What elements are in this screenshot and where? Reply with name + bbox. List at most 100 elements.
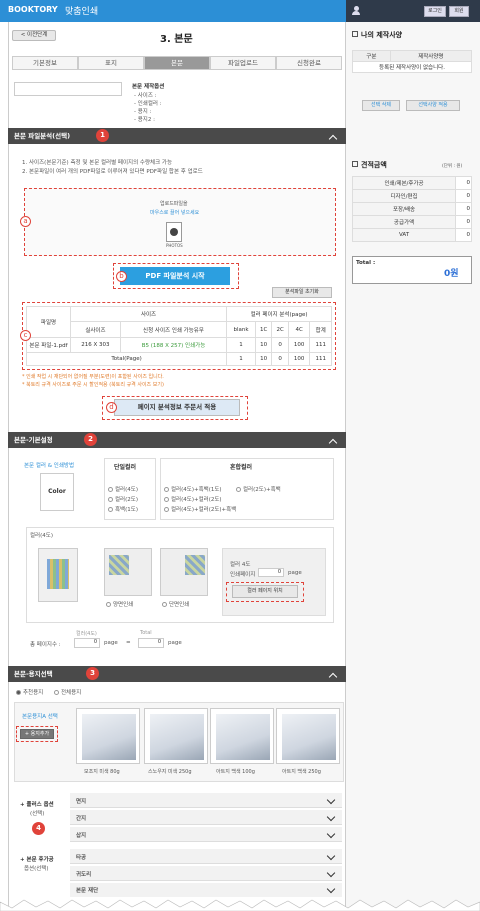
info-line: - 용지 : — [134, 109, 152, 115]
pdf-file-icon — [166, 222, 182, 242]
paper-card[interactable] — [276, 708, 340, 764]
th-4c: 4C — [287, 321, 311, 338]
marker-d: d — [106, 402, 117, 413]
apply-analysis-button[interactable]: 페이지 분석정보 주문서 적용 — [114, 399, 240, 416]
post-option-sub: 옵션(선택) — [24, 866, 49, 872]
step-complete[interactable]: 신청완료 — [276, 56, 342, 70]
duplex-image[interactable] — [104, 548, 152, 596]
estimate-unit: (단위 : 원) — [442, 164, 463, 169]
opt-mixed-4[interactable]: 컬러(4도)+컬러(2도)+흑백 — [164, 505, 236, 513]
plus-item[interactable] — [70, 793, 342, 808]
opt-single-4[interactable]: 컬러(4도) — [108, 485, 138, 493]
section-header-file-analysis[interactable]: 본문 파일분석(선택) — [8, 128, 346, 144]
section-header-paper[interactable]: 본문-용지선택 — [8, 666, 346, 682]
apply-selected-button[interactable]: 선택사양 적용 — [406, 100, 460, 111]
paper-name: 아트지 백색 100g — [216, 769, 255, 775]
pdf-analyze-button[interactable]: PDF 파일분석 시작 — [120, 267, 230, 285]
cell-2c: 0 — [271, 336, 289, 354]
login-button[interactable]: 로그인 — [424, 6, 446, 17]
step-body[interactable]: 본문 — [144, 56, 210, 70]
total-1c: 10 — [254, 352, 273, 366]
est-val: 0 — [455, 176, 472, 190]
post-item[interactable] — [70, 866, 342, 881]
radio-icon — [54, 690, 59, 695]
add-paper-button[interactable]: + 용지추가 — [20, 729, 54, 739]
user-icon[interactable] — [352, 6, 360, 15]
total-amount: 0원 — [444, 269, 459, 279]
post-item-label: 귀도리 — [76, 872, 92, 878]
brand-logo[interactable]: BOOKTORY — [8, 5, 58, 14]
step-basic[interactable]: 기본정보 — [12, 56, 78, 70]
opt-mixed-2[interactable]: 컬러(2도)+흑백 — [236, 485, 281, 493]
info-line: - 인쇄컬러 : — [134, 101, 162, 107]
marker-a: a — [20, 216, 31, 227]
total-a-input[interactable]: 0 — [74, 638, 100, 648]
step-cover[interactable]: 표지 — [78, 56, 144, 70]
print-page-input[interactable]: 0 — [258, 568, 284, 577]
total-a-unit: page — [104, 640, 118, 646]
opt-mixed-3[interactable]: 컬러(4도)+컬러(2도) — [164, 495, 222, 503]
plus-item-label: 면지 — [76, 799, 87, 805]
my-spec-title-text: 나의 제작사양 — [361, 31, 403, 39]
back-button[interactable]: < 이전단계 — [12, 30, 56, 41]
cell-4c: 100 — [287, 336, 311, 354]
drop-text-2: 마우스로 끌어 넣으세요 — [150, 210, 200, 216]
my-spec-title: 나의 제작사양 — [352, 30, 402, 40]
color-preview-box: Color — [40, 473, 74, 511]
warning-2[interactable]: * 북토리 규격 사이즈로 주문 시 할인적용 (북토리 규격 사이즈 보기) — [22, 381, 164, 388]
opt-single-1[interactable]: 흑백(1도) — [108, 505, 138, 513]
opt-label: 컬러(4도) — [115, 487, 138, 493]
paper-name: 아트지 백색 250g — [282, 769, 321, 775]
step-upload[interactable]: 파일업로드 — [210, 56, 276, 70]
simplex-image[interactable] — [160, 548, 208, 596]
opt-duplex[interactable]: 양면인쇄 — [106, 600, 133, 608]
paper-card[interactable] — [210, 708, 274, 764]
opt-mixed-1[interactable]: 컬러(4도)+흑백(1도) — [164, 485, 222, 493]
marker-c: c — [20, 330, 31, 341]
signup-button[interactable]: 회원 — [449, 6, 469, 17]
opt-label: 추천용지 — [23, 690, 44, 696]
warning-1: * 인쇄 작업 시 재단되어 없어질 부분(도련)이 포함된 사이즈 입니다. — [22, 374, 164, 380]
opt-recommended[interactable]: 추천용지 — [16, 688, 43, 696]
post-item[interactable] — [70, 883, 342, 897]
th-2c: 2C — [271, 321, 289, 338]
radio-icon — [236, 487, 241, 492]
color-page-position-button[interactable]: 컬러 페이지 위치 — [232, 585, 298, 598]
analysis-table: 파일명 사이즈 컬러 페이지 분석(page) 실사이즈 신청 사이즈 인쇄 가… — [25, 305, 332, 366]
marker-b: b — [116, 271, 127, 282]
est-key: 디자인/편집 — [351, 189, 457, 203]
radio-icon — [108, 507, 113, 512]
print-page-label: 인쇄페이지 — [230, 572, 256, 578]
equals-sign: = — [126, 640, 131, 646]
delete-selected-button[interactable]: 선택 삭제 — [362, 100, 400, 111]
plus-item[interactable] — [70, 810, 342, 825]
opt-all-paper[interactable]: 전체용지 — [54, 688, 81, 696]
th-actual: 실사이즈 — [70, 321, 121, 338]
info-image-box — [14, 82, 122, 96]
my-spec-h1: 구분 — [352, 50, 391, 62]
opt-simplex[interactable]: 단면인쇄 — [162, 600, 189, 608]
pdf-icon-label: PHOTOS — [166, 243, 183, 248]
total-2c: 0 — [271, 352, 289, 366]
reset-analysis-button[interactable]: 분석파일 초기화 — [272, 287, 332, 298]
opt-single-2[interactable]: 컬러(2도) — [108, 495, 138, 503]
color-method-label: 본문 컬러 & 인쇄방법 — [24, 463, 75, 469]
plus-item-label: 간지 — [76, 816, 87, 822]
radio-icon — [16, 690, 21, 695]
total-b-input[interactable]: 0 — [138, 638, 164, 648]
plus-item[interactable] — [70, 827, 342, 842]
radio-icon — [108, 497, 113, 502]
post-item[interactable] — [70, 849, 342, 864]
est-key: 포장/배송 — [351, 202, 457, 216]
my-spec-table: 구분 제작사양명 등록된 제작사양이 없습니다. — [352, 50, 473, 73]
paper-card[interactable] — [76, 708, 140, 764]
total-blank: 1 — [226, 352, 256, 366]
est-val: 0 — [455, 189, 472, 203]
section-header-basic-setting[interactable]: 본문-기본설정 — [8, 432, 346, 448]
note-2: 2. 본문파일이 여러 개의 PDF파일로 이루어져 있다면 PDF파일 합본 … — [22, 169, 203, 175]
mixed-color-title: 혼합컬러 — [230, 464, 253, 471]
estimate-table: 인쇄/제본/후가공 0 디자인/편집 0 포장/배송 0 공급가액 0 VAT 0 — [351, 176, 472, 242]
est-val: 0 — [455, 215, 472, 229]
paper-card[interactable] — [144, 708, 208, 764]
cell-blank: 1 — [226, 336, 256, 354]
